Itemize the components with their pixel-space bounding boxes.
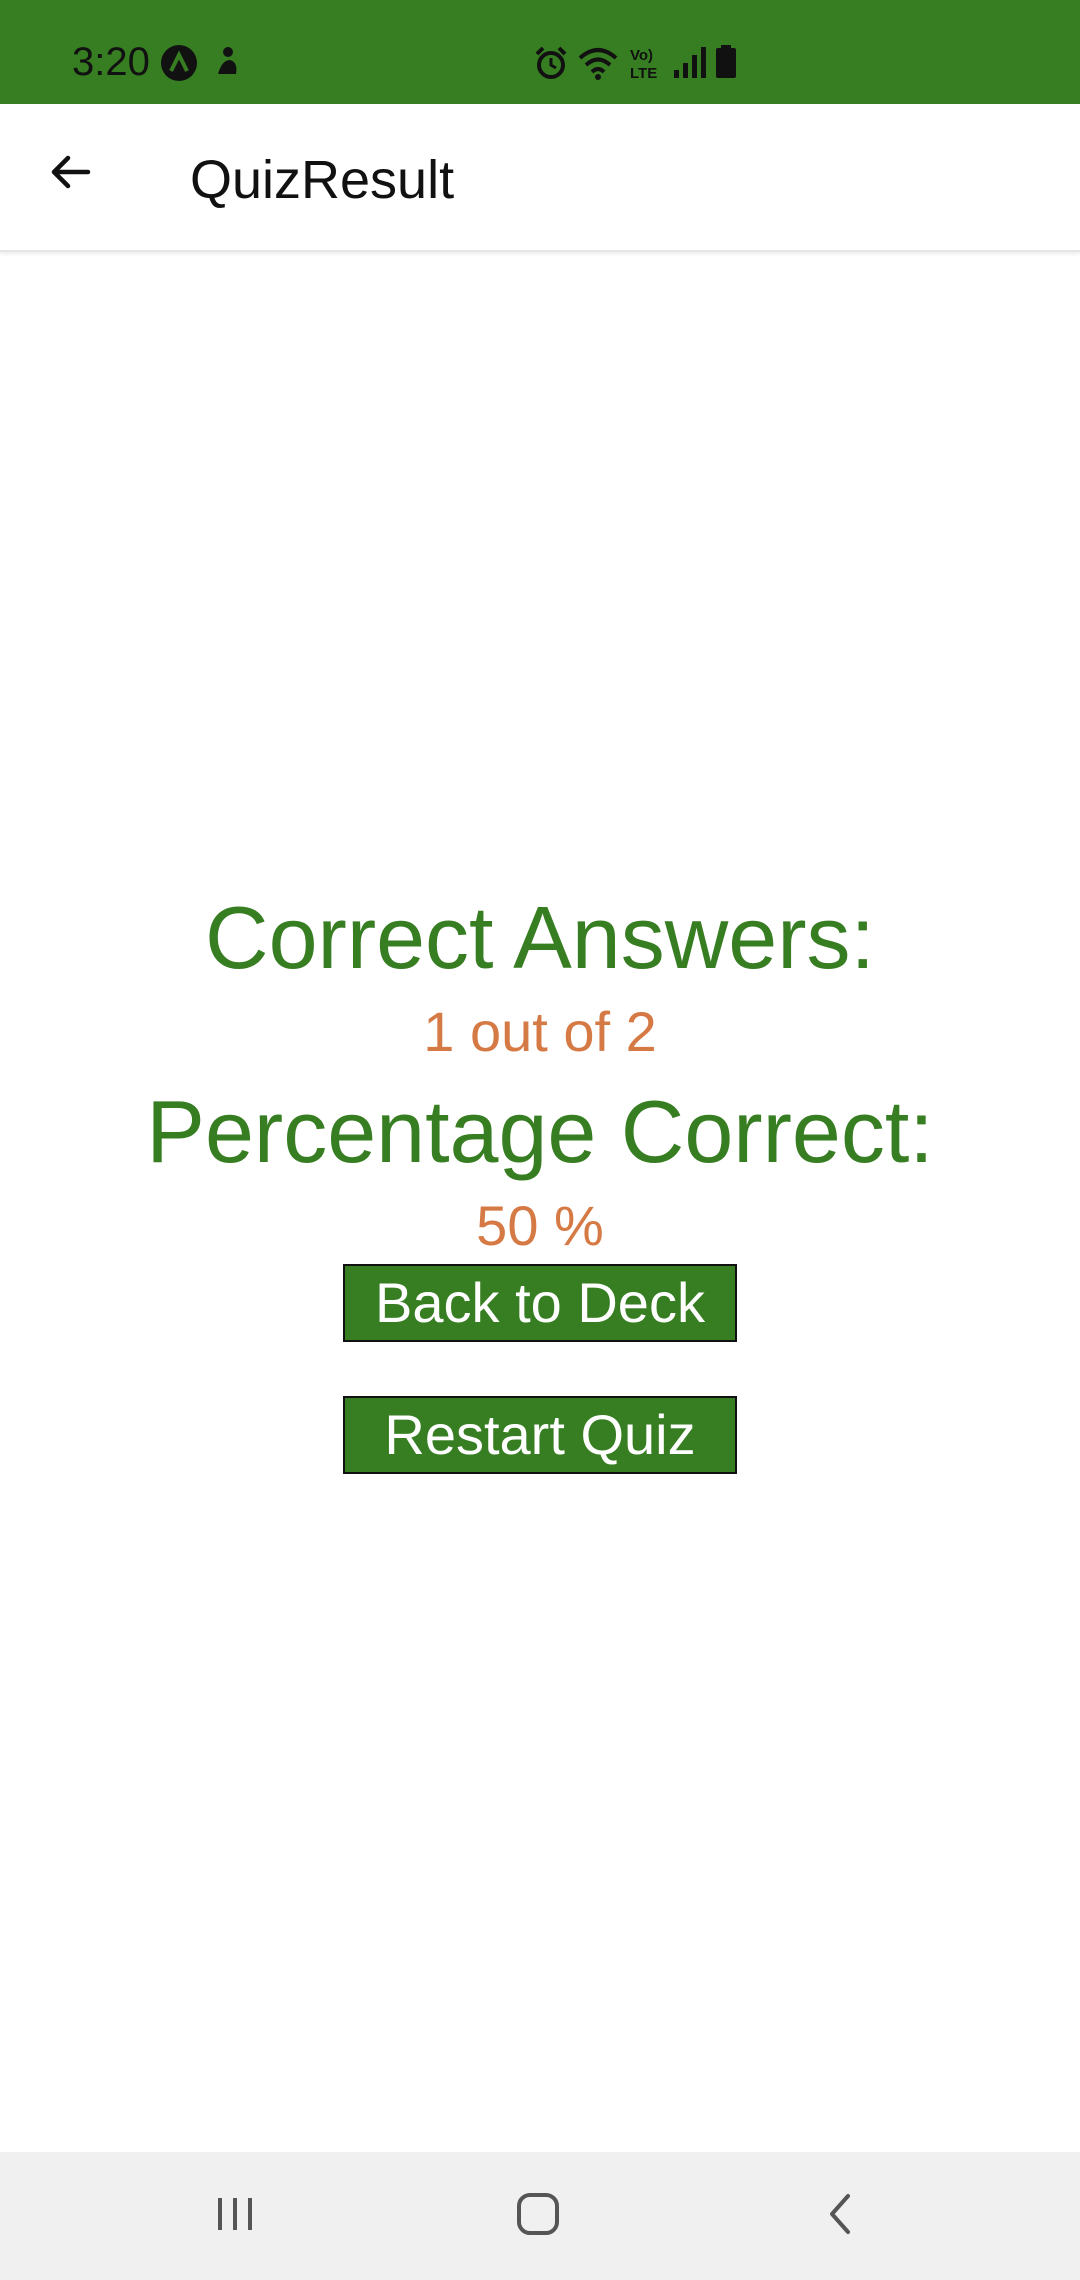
percentage-correct-value: 50 % [476, 1194, 604, 1257]
app-bar: QuizResult [0, 104, 1080, 252]
percentage-correct-label: Percentage Correct: [146, 1082, 934, 1181]
correct-answers-label: Correct Answers: [205, 888, 875, 987]
quiz-result-screen: 3:20 Vo) LTE QuizResult Correct Answers:… [0, 0, 1080, 2280]
correct-answers-value: 1 out of 2 [423, 1000, 657, 1063]
back-button[interactable] [30, 134, 110, 214]
status-bar: 3:20 Vo) LTE [0, 0, 1080, 104]
system-back-button[interactable] [810, 2186, 870, 2246]
home-icon [515, 2191, 561, 2242]
status-time: 3:20 [72, 40, 150, 84]
alarm-icon [532, 44, 570, 82]
svg-text:LTE: LTE [630, 65, 657, 82]
back-to-deck-button[interactable]: Back to Deck [343, 1264, 737, 1342]
home-button[interactable] [508, 2186, 568, 2246]
wifi-icon [578, 44, 618, 82]
battery-icon [714, 44, 752, 82]
recent-apps-button[interactable] [205, 2186, 265, 2246]
svg-text:Vo): Vo) [630, 47, 653, 64]
page-title: QuizResult [190, 150, 455, 210]
signal-icon [672, 44, 710, 82]
quiz-result-content: Correct Answers: 1 out of 2 Percentage C… [0, 252, 1080, 2152]
restart-quiz-button[interactable]: Restart Quiz [343, 1396, 737, 1474]
arrow-left-icon [46, 148, 94, 201]
accessibility-icon [208, 44, 246, 82]
volte-icon: Vo) LTE [628, 44, 666, 82]
system-nav-bar [0, 2152, 1080, 2280]
app-badge-icon [160, 44, 198, 82]
back-icon [820, 2192, 860, 2241]
recent-apps-icon [213, 2194, 257, 2239]
